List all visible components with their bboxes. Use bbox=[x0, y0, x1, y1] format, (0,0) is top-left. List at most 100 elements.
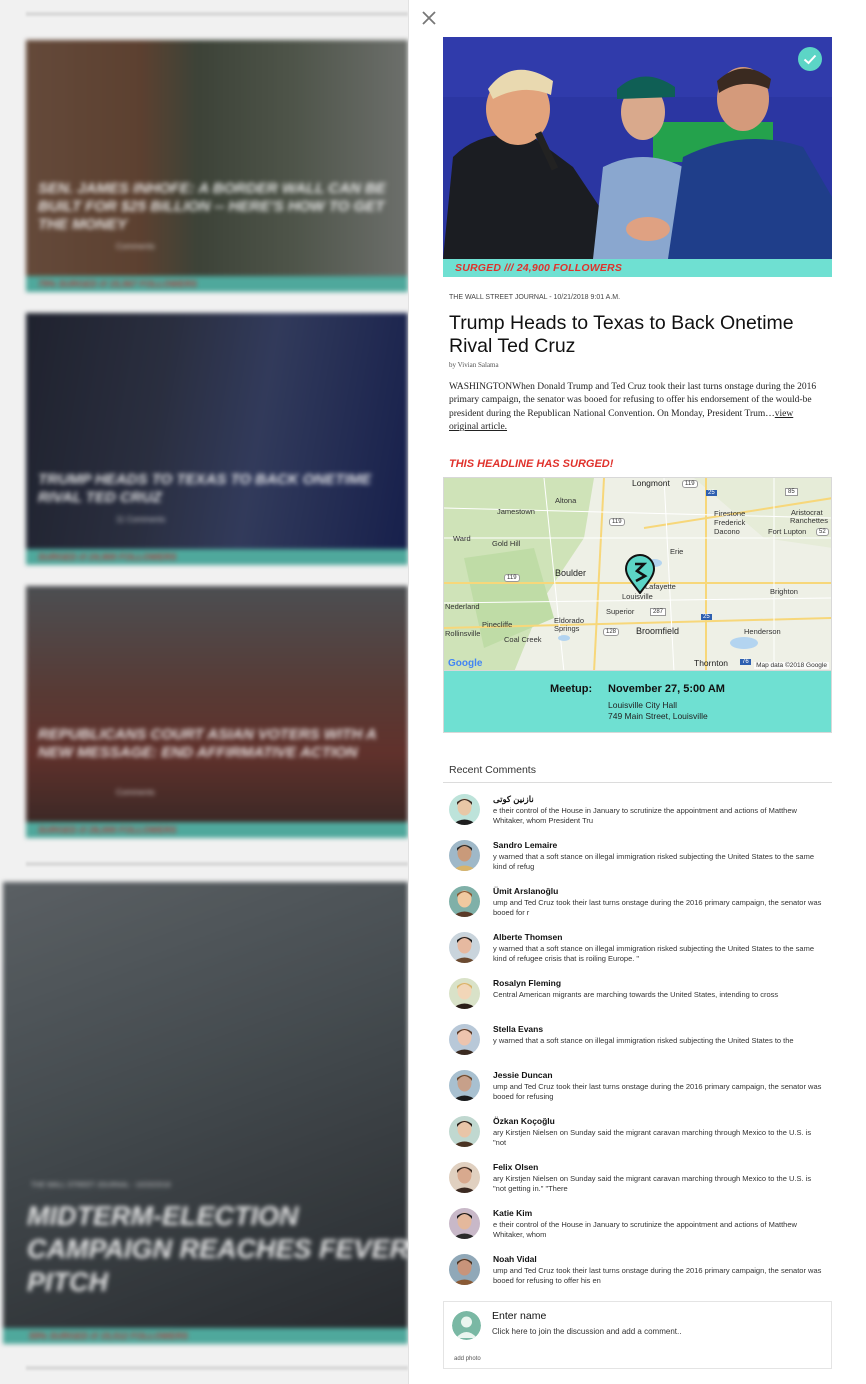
commenter-name[interactable]: Sandro Lemaire bbox=[493, 840, 557, 850]
route-shield-52: 52 bbox=[816, 528, 829, 536]
map-pin-marker[interactable] bbox=[624, 554, 656, 594]
comment-text: e their control of the House in January … bbox=[493, 1220, 797, 1239]
comment-item: Noah Vidal ump and Ted Cruz took their la… bbox=[449, 1254, 829, 1300]
meetup-venue: Louisville City Hall bbox=[608, 700, 677, 710]
feed-card[interactable]: Republicans Court Asian Voters With a Ne… bbox=[26, 586, 408, 838]
user-avatar-placeholder[interactable] bbox=[452, 1311, 481, 1340]
comment-item: Alberte Thomsen y warned that a soft stan… bbox=[449, 932, 829, 978]
feed-divider bbox=[26, 1366, 408, 1370]
commenter-avatar[interactable] bbox=[449, 1024, 480, 1055]
meetup-map[interactable]: Longmont Altona Jamestown Firestone Fred… bbox=[443, 477, 832, 671]
route-shield-119: 119 bbox=[504, 574, 520, 582]
comment-text: y warned that a soft stance on illegal i… bbox=[493, 944, 815, 963]
meetup-address: 749 Main Street, Louisville bbox=[608, 711, 708, 721]
comment-item: Felix Olsen ary Kirstjen Nielsen on Sunda… bbox=[449, 1162, 829, 1208]
commenter-avatar[interactable] bbox=[449, 932, 480, 963]
feed-card-surge-bar: SURGED /// 24,900 FOLLOWERS bbox=[26, 549, 408, 565]
feed-card[interactable]: Sen. James Inhofe: A Border Wall Can Be … bbox=[26, 40, 408, 292]
commenter-avatar[interactable] bbox=[449, 1070, 480, 1101]
route-shield-119: 119 bbox=[609, 518, 625, 526]
comment-item: نازنین کوتی e their control of the House … bbox=[449, 794, 829, 840]
commenter-avatar[interactable] bbox=[449, 1254, 480, 1285]
commenter-name[interactable]: Özkan Koçoğlu bbox=[493, 1116, 555, 1126]
commenter-avatar[interactable] bbox=[449, 1116, 480, 1147]
route-shield-76: 76 bbox=[740, 659, 751, 665]
surged-alert: THIS HEADLINE HAS SURGED! bbox=[449, 458, 614, 470]
map-label-altona: Altona bbox=[555, 496, 577, 505]
map-label-erie: Erie bbox=[670, 547, 684, 556]
feed-card[interactable]: Trump Heads to Texas to Back Onetime Riv… bbox=[26, 313, 408, 565]
meetup-date: November 27, 5:00 AM bbox=[608, 683, 725, 695]
feed-featured-card[interactable]: THE WALL STREET JOURNAL - 10/20/2018 Mid… bbox=[3, 882, 408, 1344]
feed-card-meta: Comments bbox=[116, 788, 155, 797]
feed-card-surge-bar: SURGED /// 26,000 FOLLOWERS bbox=[26, 822, 408, 838]
meetup-label: Meetup: bbox=[550, 683, 593, 695]
commenter-name[interactable]: Ümit Arslanoğlu bbox=[493, 886, 558, 896]
close-button[interactable] bbox=[419, 8, 439, 28]
map-label-frederick: Frederick bbox=[714, 518, 746, 527]
feed-card-shade bbox=[26, 586, 408, 838]
commenter-avatar[interactable] bbox=[449, 978, 480, 1009]
person-icon bbox=[452, 1311, 481, 1340]
map-label-nederland: Nederland bbox=[445, 602, 480, 611]
commenter-avatar[interactable] bbox=[449, 1162, 480, 1193]
add-photo-link[interactable]: add photo bbox=[454, 1356, 481, 1362]
commenter-name[interactable]: Rosalyn Fleming bbox=[493, 978, 561, 988]
comment-input[interactable] bbox=[492, 1325, 822, 1337]
map-label-coal-creek: Coal Creek bbox=[504, 635, 542, 644]
comment-item: Ümit Arslanoğlu ump and Ted Cruz took the… bbox=[449, 886, 829, 932]
google-logo: Google bbox=[448, 658, 482, 669]
close-icon bbox=[422, 11, 436, 25]
commenter-avatar[interactable] bbox=[449, 886, 480, 917]
map-label-gold-hill: Gold Hill bbox=[492, 539, 521, 548]
map-label-longmont: Longmont bbox=[632, 478, 670, 488]
hero-photo bbox=[443, 37, 832, 259]
commenter-name[interactable]: Jessie Duncan bbox=[493, 1070, 553, 1080]
comment-text: ary Kirstjen Nielsen on Sunday said the … bbox=[493, 1128, 812, 1147]
commenter-name[interactable]: Stella Evans bbox=[493, 1024, 543, 1034]
route-shield-25: 25 bbox=[701, 614, 712, 620]
app-root: Sen. James Inhofe: A Border Wall Can Be … bbox=[0, 0, 866, 1384]
avatar-portrait bbox=[449, 1070, 480, 1101]
commenter-name[interactable]: Felix Olsen bbox=[493, 1162, 538, 1172]
map-label-brighton: Brighton bbox=[770, 587, 798, 596]
commenter-name[interactable]: نازنین کوتی bbox=[493, 794, 534, 805]
comment-item: Özkan Koçoğlu ary Kirstjen Nielsen on Sun… bbox=[449, 1116, 829, 1162]
map-label-ward: Ward bbox=[453, 534, 471, 543]
feed-card-surge-bar: 79% SURGED /// 15,567 FOLLOWERS bbox=[26, 276, 408, 292]
feed-card-meta: Comments bbox=[116, 242, 155, 251]
feed-card-title: Sen. James Inhofe: A Border Wall Can Be … bbox=[38, 180, 386, 233]
feed-card-surge-bar: 59% SURGED /// 15,512 FOLLOWERS bbox=[3, 1328, 408, 1344]
map-label-jamestown: Jamestown bbox=[497, 507, 535, 516]
map-label-broomfield: Broomfield bbox=[636, 626, 680, 636]
comment-text: ump and Ted Cruz took their last turns o… bbox=[493, 898, 822, 917]
map-label-superior: Superior bbox=[606, 607, 635, 616]
commenter-name[interactable]: Katie Kim bbox=[493, 1208, 532, 1218]
article-byline: by Vivian Salama bbox=[449, 361, 499, 369]
map-label-eldorado-springs: Eldorado Springs bbox=[554, 616, 585, 633]
google-logo-text: Google bbox=[448, 658, 483, 669]
avatar-portrait bbox=[449, 1024, 480, 1055]
avatar-portrait bbox=[449, 978, 480, 1009]
commenter-name[interactable]: Noah Vidal bbox=[493, 1254, 537, 1264]
comment-text: ump and Ted Cruz took their last turns o… bbox=[493, 1266, 822, 1285]
feed-card-meta: 11 Comments bbox=[116, 515, 166, 524]
article-title: Trump Heads to Texas to Back Onetime Riv… bbox=[449, 312, 794, 357]
commenter-avatar[interactable] bbox=[449, 794, 480, 825]
avatar-portrait bbox=[449, 932, 480, 963]
comment-item: Jessie Duncan ump and Ted Cruz took their… bbox=[449, 1070, 829, 1116]
commenter-avatar[interactable] bbox=[449, 840, 480, 871]
article-detail-panel: SURGED /// 24,900 FOLLOWERS THE WALL STR… bbox=[408, 0, 866, 1384]
commenter-avatar[interactable] bbox=[449, 1208, 480, 1239]
route-shield-287: 287 bbox=[650, 608, 667, 616]
comment-item: Sandro Lemaire y warned that a soft stanc… bbox=[449, 840, 829, 886]
background-feed: Sen. James Inhofe: A Border Wall Can Be … bbox=[0, 0, 408, 1384]
commenter-name[interactable]: Alberte Thomsen bbox=[493, 932, 562, 942]
comment-item: Rosalyn Fleming Central American migrants… bbox=[449, 978, 829, 1024]
avatar-portrait bbox=[449, 1116, 480, 1147]
comment-text: y warned that a soft stance on illegal i… bbox=[493, 852, 815, 871]
avatar-portrait bbox=[449, 886, 480, 917]
avatar-portrait bbox=[449, 794, 480, 825]
map-label-dacono: Dacono bbox=[714, 527, 740, 536]
name-input[interactable] bbox=[492, 1309, 792, 1323]
